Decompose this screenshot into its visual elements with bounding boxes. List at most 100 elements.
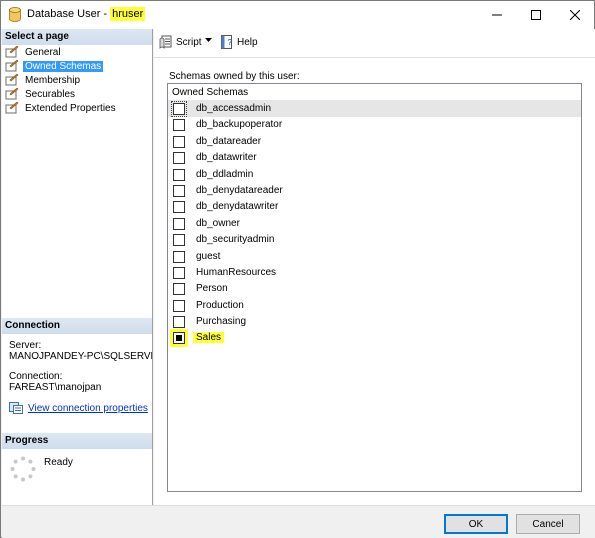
page-item-label: Membership <box>25 74 81 86</box>
properties-icon <box>9 402 23 414</box>
schema-name: db_denydatawriter <box>196 201 279 213</box>
script-icon <box>159 35 172 49</box>
server-label: Server: <box>9 340 42 351</box>
page-list: General Owned Schemas Membership Securab… <box>5 45 118 115</box>
page-item-owned-schemas[interactable]: Owned Schemas <box>5 59 118 73</box>
schema-checkbox[interactable] <box>173 184 185 197</box>
schema-checkbox[interactable] <box>171 101 187 117</box>
server-value: MANOJPANDEY-PC\SQLSERVE <box>9 351 152 362</box>
schema-row[interactable]: db_owner <box>168 216 581 232</box>
caret-down-icon <box>205 38 212 42</box>
connection-header: Connection <box>2 318 152 334</box>
connection-value: FAREAST\manojpan <box>9 382 102 393</box>
view-connection-properties-link[interactable]: View connection properties <box>28 403 148 414</box>
schema-checkbox[interactable] <box>173 135 185 148</box>
schema-name: db_backupoperator <box>196 119 283 131</box>
schema-row[interactable]: guest <box>168 249 581 265</box>
maximize-icon <box>531 10 541 20</box>
schema-name: Production <box>196 299 244 311</box>
schema-row[interactable]: db_datawriter <box>168 150 581 166</box>
schema-row[interactable]: db_denydatawriter <box>168 199 581 215</box>
schema-checkbox[interactable] <box>173 250 185 263</box>
minimize-button[interactable] <box>478 1 516 29</box>
schema-name: db_owner <box>196 217 240 229</box>
schema-row[interactable]: Sales <box>168 330 581 346</box>
schemas-owned-label: Schemas owned by this user: <box>169 71 300 82</box>
window-title-prefix: Database User - <box>27 8 111 20</box>
maximize-button[interactable] <box>517 1 555 29</box>
schema-checkbox[interactable] <box>173 234 185 247</box>
page-wrench-icon <box>5 60 19 72</box>
page-wrench-icon <box>5 102 19 114</box>
progress-spinner-icon <box>10 456 36 482</box>
schema-row[interactable]: HumanResources <box>168 265 581 281</box>
page-item-extended-properties[interactable]: Extended Properties <box>5 101 118 115</box>
schema-name: db_datawriter <box>196 152 257 164</box>
schema-name: db_datareader <box>196 135 262 147</box>
progress-header: Progress <box>2 433 152 449</box>
script-button[interactable]: Script <box>159 35 202 49</box>
script-dropdown[interactable] <box>205 38 215 43</box>
owned-schemas-column-header[interactable]: Owned Schemas <box>168 84 581 101</box>
close-button[interactable] <box>556 1 594 29</box>
schema-row[interactable]: db_ddladmin <box>168 167 581 183</box>
schema-checkbox[interactable] <box>173 266 185 279</box>
schema-name: db_accessadmin <box>196 103 272 114</box>
page-item-securables[interactable]: Securables <box>5 87 118 101</box>
svg-text:?: ? <box>228 38 233 47</box>
schema-row[interactable]: db_securityadmin <box>168 232 581 248</box>
schema-row[interactable]: db_backupoperator <box>168 117 581 133</box>
help-icon: ? <box>221 35 233 49</box>
page-wrench-icon <box>5 74 19 86</box>
script-label: Script <box>176 36 202 48</box>
close-icon <box>570 10 580 20</box>
schema-name: db_securityadmin <box>196 234 275 246</box>
dialog-footer: OK Cancel <box>2 505 595 538</box>
schema-row[interactable]: Production <box>168 298 581 314</box>
schema-row[interactable]: Person <box>168 281 581 297</box>
schema-name: guest <box>196 250 221 262</box>
connection-label: Connection: <box>9 371 63 382</box>
page-item-label: General <box>25 46 61 58</box>
schema-row[interactable]: db_accessadmin <box>168 101 581 118</box>
schema-row[interactable]: Purchasing <box>168 314 581 330</box>
toolbar: Script ? Help <box>154 29 595 57</box>
page-item-general[interactable]: General <box>5 45 118 59</box>
page-item-label: Securables <box>25 88 76 100</box>
schema-name: Sales <box>193 332 225 344</box>
window-title-user: hruser <box>110 7 146 21</box>
database-user-dialog: Database User - hruser Select a page Gen… <box>0 0 595 538</box>
view-connection-properties[interactable]: View connection properties <box>9 402 148 414</box>
schema-checkbox[interactable] <box>173 283 185 296</box>
schema-row[interactable]: db_datareader <box>168 134 581 150</box>
ok-button[interactable]: OK <box>444 514 508 534</box>
schema-checkbox[interactable] <box>173 119 185 132</box>
schema-checkbox[interactable] <box>173 299 185 312</box>
schema-name: db_ddladmin <box>196 168 254 180</box>
schema-row[interactable]: db_denydatareader <box>168 183 581 199</box>
schema-name: Purchasing <box>196 316 247 328</box>
schema-checkbox[interactable] <box>173 316 185 329</box>
schema-checkbox[interactable] <box>173 152 185 165</box>
title-bar[interactable]: Database User - hruser <box>1 1 594 29</box>
schema-checkbox[interactable] <box>173 332 185 345</box>
help-button[interactable]: ? Help <box>220 35 258 49</box>
page-item-label: Owned Schemas <box>23 60 104 72</box>
page-wrench-icon <box>5 88 19 100</box>
database-icon <box>9 7 21 22</box>
toolbar-divider <box>154 57 595 58</box>
page-item-membership[interactable]: Membership <box>5 73 118 87</box>
progress-status: Ready <box>44 457 73 468</box>
schema-rows: db_accessadmin db_backupoperator db_data… <box>168 101 581 347</box>
select-page-header: Select a page <box>2 29 152 45</box>
minimize-icon <box>492 14 502 16</box>
cancel-button[interactable]: Cancel <box>516 514 580 534</box>
left-panel: Select a page General Owned Schemas Memb… <box>2 29 153 505</box>
schema-checkbox[interactable] <box>173 217 185 230</box>
help-label: Help <box>237 36 258 48</box>
owned-schemas-grid[interactable]: Owned Schemas db_accessadmin db_backupop… <box>167 83 582 492</box>
schema-checkbox[interactable] <box>173 168 185 181</box>
schema-name: db_denydatareader <box>196 184 283 196</box>
schema-checkbox[interactable] <box>173 201 185 214</box>
schema-name: HumanResources <box>196 266 277 278</box>
